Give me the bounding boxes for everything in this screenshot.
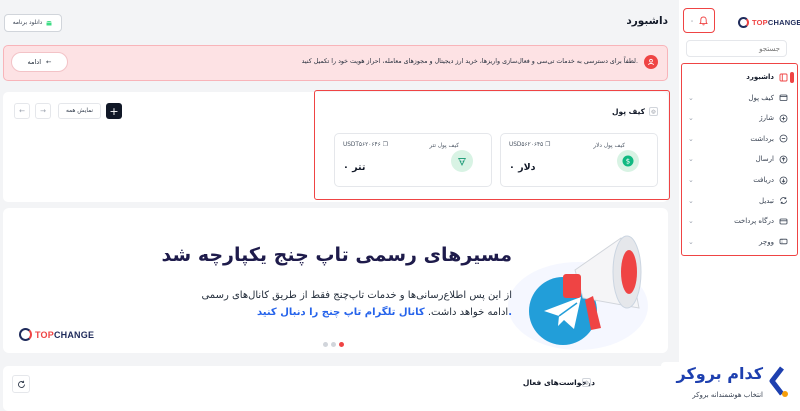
sidebar-item[interactable]: ⌄ درگاه پرداخت — [688, 211, 788, 231]
chevron-down-icon[interactable]: ⌄ — [688, 197, 696, 205]
sidebar-item[interactable]: ⌄ دریافت — [688, 170, 788, 190]
megaphone-telegram-illustration — [508, 235, 648, 350]
banner-logo-text: TOPCHANGE — [35, 329, 95, 340]
card-icon — [779, 218, 788, 225]
active-indicator — [790, 72, 794, 83]
watermark-logo-icon — [769, 366, 788, 397]
wallet-info-icon[interactable]: ◎ — [649, 107, 658, 116]
banner-text-line1: از این پس اطلاع‌رسانی‌ها و خدمات تاپ‌چنج… — [201, 290, 512, 301]
prev-arrow-icon[interactable]: ← — [14, 103, 30, 119]
chevron-down-icon[interactable]: ⌄ — [688, 135, 696, 143]
dollar-coin-icon: $ — [617, 150, 639, 172]
plus-circle-icon — [779, 114, 788, 123]
wallet-card-label: کیف پول دلار — [593, 143, 625, 149]
banner-logo: TOPCHANGE — [19, 328, 94, 341]
tether-coin-icon — [451, 150, 473, 172]
sidebar-search[interactable] — [686, 40, 787, 57]
banner-text-line2-prefix: ادامه خواهد داشت. — [424, 307, 509, 318]
notification-button[interactable]: ۰ — [683, 8, 715, 33]
watermark-subtitle: انتخاب هوشمندانه بروکر — [692, 391, 763, 399]
send-icon — [779, 155, 788, 164]
carousel-dots — [323, 342, 344, 347]
wallet-icon — [779, 94, 788, 101]
chevron-down-icon[interactable]: ⌄ — [688, 238, 696, 246]
search-input[interactable] — [710, 44, 780, 53]
chevron-down-icon[interactable]: ⌄ — [688, 217, 696, 225]
convert-icon — [780, 197, 787, 204]
chevron-down-icon[interactable]: ⌄ — [688, 176, 696, 184]
dashboard-icon — [779, 73, 788, 81]
next-arrow-icon[interactable]: → — [35, 103, 51, 119]
wallet-amount: ۰ دلار — [509, 162, 536, 173]
wallet-amount: ۰ تتر — [343, 162, 366, 173]
add-wallet-button[interactable]: + — [106, 103, 122, 119]
wallet-address[interactable]: USDT۵۶۲۰۶۴۶ ❐ — [343, 142, 388, 148]
sidebar-item[interactable]: ⌄ شارژ — [688, 108, 788, 128]
wallet-title-text: کیف پول — [612, 107, 645, 116]
watermark-title: کدام بروکر — [676, 364, 764, 383]
logo-mark-icon — [738, 16, 749, 28]
sidebar-item-label: دریافت — [753, 176, 774, 184]
alert-message: لطفاً برای دسترسی به خدمات تی‌سی و فعال‌… — [301, 58, 638, 65]
sidebar-item[interactable]: ⌄ ارسال — [688, 149, 788, 169]
sidebar-item[interactable]: ⌄ کیف پول — [688, 88, 788, 108]
promo-banner[interactable] — [3, 208, 668, 353]
sidebar-item-label: کیف پول — [748, 93, 774, 102]
show-all-button[interactable]: نمایش همه — [58, 103, 101, 119]
sidebar-item-label: ارسال — [755, 155, 774, 164]
requests-info-icon[interactable]: ◎ — [582, 378, 591, 387]
copy-icon[interactable]: ❐ — [383, 142, 388, 148]
page-title: داشبورد — [626, 15, 668, 27]
logo-mark-icon — [19, 328, 32, 341]
minus-circle-icon — [779, 134, 788, 143]
carousel-dot[interactable] — [339, 342, 344, 347]
carousel-dot[interactable] — [331, 342, 336, 347]
carousel-dot[interactable] — [323, 342, 328, 347]
wallet-address-text: USD۵۶۲۰۶۴۵ — [509, 142, 544, 148]
refresh-icon — [17, 380, 25, 388]
banner-headline: مسیرهای رسمی تاپ چنج یکپارچه شد — [161, 244, 512, 266]
banner-text-line2: ادامه خواهد داشت. کانال تلگرام تاپ چنج ر… — [100, 307, 512, 318]
sidebar-item[interactable]: ⌄ برداشت — [688, 129, 788, 149]
chevron-down-icon[interactable]: ⌄ — [688, 155, 696, 163]
sidebar-item-label: برداشت — [750, 134, 774, 143]
sidebar-item-label: تبدیل — [759, 196, 774, 205]
sidebar-item[interactable]: داشبورد — [688, 67, 788, 87]
svg-text:$: $ — [626, 158, 630, 166]
active-requests-panel — [3, 366, 668, 411]
voucher-icon — [779, 239, 788, 245]
app-logo[interactable]: TOPCHANGE — [738, 15, 800, 29]
copy-icon[interactable]: ❐ — [545, 142, 550, 148]
sidebar-item-label: داشبورد — [746, 73, 774, 81]
download-app-label: دانلود برنامه — [12, 20, 43, 26]
continue-label: ادامه — [27, 58, 42, 66]
android-icon — [46, 20, 52, 26]
arrow-left-icon: ← — [46, 58, 52, 66]
sidebar-item-label: درگاه پرداخت — [734, 217, 774, 226]
sidebar-item[interactable]: ⌄ تبدیل — [688, 191, 788, 211]
sidebar-item-label: شارژ — [759, 114, 774, 123]
receive-icon — [779, 176, 788, 184]
chevron-down-icon[interactable]: ⌄ — [688, 94, 696, 102]
download-app-button[interactable]: دانلود برنامه — [4, 14, 62, 32]
user-warning-icon — [644, 55, 658, 69]
sidebar-item-label: ووچر — [759, 237, 774, 246]
wallet-address[interactable]: USD۵۶۲۰۶۴۵ ❐ — [509, 142, 550, 148]
wallet-card-label: کیف پول تتر — [429, 143, 459, 149]
wallet-address-text: USDT۵۶۲۰۶۴۶ — [343, 142, 381, 148]
wallet-card-usd[interactable]: کیف پول دلار USD۵۶۲۰۶۴۵ ❐ $ ۰ دلار — [500, 133, 658, 187]
sidebar-item[interactable]: ⌄ ووچر — [688, 232, 788, 252]
chevron-down-icon[interactable]: ⌄ — [688, 114, 696, 122]
continue-button[interactable]: ادامه ← — [11, 52, 68, 72]
bell-icon — [699, 16, 708, 25]
refresh-button[interactable] — [12, 375, 30, 393]
notification-count: ۰ — [690, 16, 694, 25]
wallet-title: کیف پول ◎ — [600, 107, 658, 116]
wallet-card-usdt[interactable]: کیف پول تتر USDT۵۶۲۰۶۴۶ ❐ ۰ تتر — [334, 133, 492, 187]
logo-text: TOPCHANGE — [752, 17, 800, 27]
